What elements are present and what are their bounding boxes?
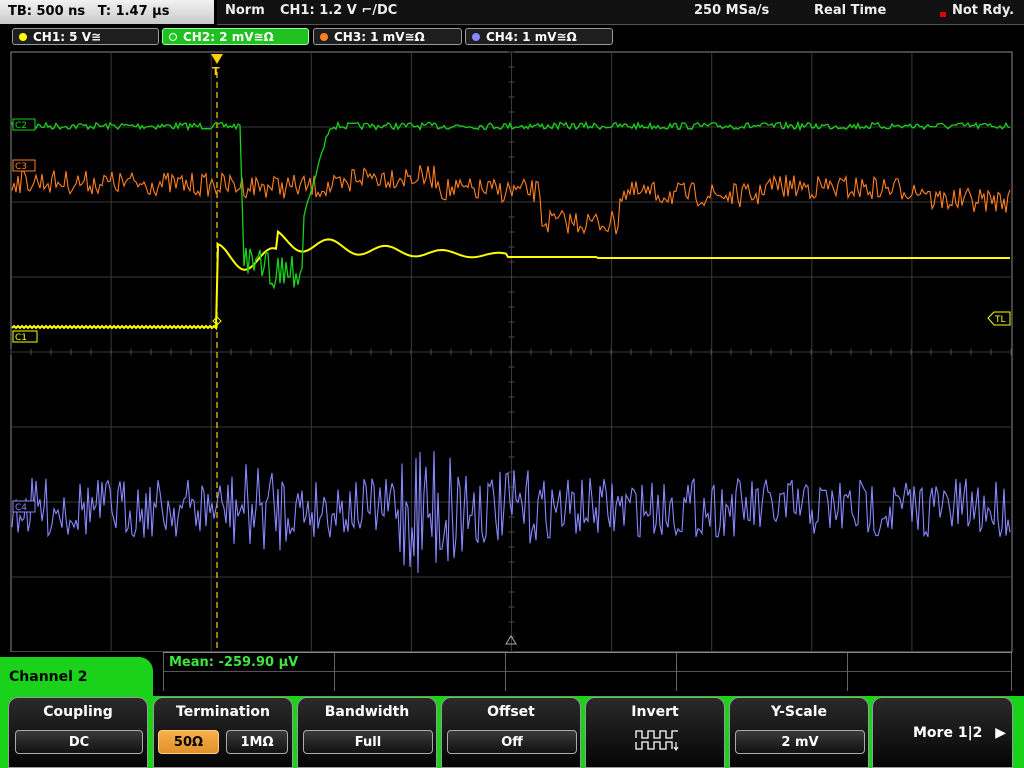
ch2-offset-marker[interactable]: C2 (12, 118, 36, 131)
tab-ch4[interactable]: CH4: 1 mV≅Ω (465, 28, 613, 45)
ready-state: Not Rdy. (952, 3, 1015, 18)
termination-title: Termination (176, 704, 270, 720)
channel-menu-title: Channel 2 (0, 657, 153, 702)
ch1-dot-icon (19, 33, 27, 41)
bandwidth-softkey[interactable]: Bandwidth Full (297, 697, 437, 768)
coupling-title: Coupling (43, 704, 113, 720)
ch3-offset-marker[interactable]: C3 (12, 159, 36, 172)
ch3-dot-icon (320, 33, 328, 41)
termination-50ohm-button[interactable]: 50Ω (158, 730, 219, 754)
tab-ch2[interactable]: CH2: 2 mV≅Ω (162, 28, 309, 45)
ch3-label: CH3: 1 mV≅Ω (334, 30, 425, 44)
invert-title: Invert (631, 704, 679, 720)
not-ready-indicator (940, 12, 946, 17)
mean-measurement[interactable]: Mean: -259.90 µV (169, 655, 298, 670)
offset-softkey[interactable]: Offset Off (441, 697, 581, 768)
timebase-panel[interactable]: TB: 500 ns T: 1.47 µs (0, 0, 214, 24)
ch4-offset-marker[interactable]: C4 (12, 500, 36, 513)
invert-waveform-icon (635, 730, 679, 751)
play-right-icon: ▶ (995, 725, 1006, 741)
invert-softkey[interactable]: Invert (585, 697, 725, 768)
trigger-mode[interactable]: Norm (225, 3, 265, 18)
svg-text:C4: C4 (15, 503, 27, 513)
timebase-readout: TB: 500 ns (8, 4, 86, 19)
status-bar: Norm CH1: 1.2 V ⌐/DC 250 MSa/s Real Time… (217, 0, 1024, 25)
offset-title: Offset (487, 704, 535, 720)
bandwidth-title: Bandwidth (324, 704, 410, 720)
y-scale-value-button[interactable]: 2 mV (735, 730, 865, 754)
y-scale-softkey[interactable]: Y-Scale 2 mV (729, 697, 869, 768)
svg-text:TL: TL (994, 315, 1006, 325)
termination-1mohm-button[interactable]: 1MΩ (226, 730, 288, 754)
ch4-label: CH4: 1 mV≅Ω (486, 30, 577, 44)
ch1-offset-marker[interactable]: C1 (12, 330, 38, 343)
more-label: More 1|2 (913, 725, 983, 741)
tab-ch1[interactable]: CH1: 5 V≅ (12, 28, 159, 45)
y-scale-title: Y-Scale (770, 704, 827, 720)
more-button[interactable]: More 1|2 ▶ (872, 697, 1013, 768)
waveform-display[interactable]: T C2 C3 C1 C4 TL (0, 48, 1024, 652)
trigger-source[interactable]: CH1: 1.2 V ⌐/DC (280, 3, 397, 18)
svg-text:C3: C3 (15, 162, 27, 172)
coupling-value-button[interactable]: DC (15, 730, 143, 754)
ch2-label: CH2: 2 mV≅Ω (183, 30, 274, 44)
acquisition-mode: Real Time (814, 3, 887, 18)
svg-text:C2: C2 (15, 121, 27, 131)
offset-value-button[interactable]: Off (447, 730, 577, 754)
bandwidth-value-button[interactable]: Full (303, 730, 433, 754)
ch4-dot-icon (472, 33, 480, 41)
measurement-bar: Mean: -259.90 µV (163, 652, 1012, 691)
trigger-position-label: T (212, 65, 220, 78)
trigger-time-readout: T: 1.47 µs (97, 4, 170, 19)
termination-softkey[interactable]: Termination 50Ω 1MΩ (153, 697, 293, 768)
sample-rate: 250 MSa/s (694, 3, 770, 18)
ch2-dot-icon (169, 33, 177, 41)
ch1-label: CH1: 5 V≅ (33, 30, 102, 44)
tab-ch3[interactable]: CH3: 1 mV≅Ω (313, 28, 462, 45)
coupling-softkey[interactable]: Coupling DC (8, 697, 148, 768)
svg-text:C1: C1 (15, 333, 27, 343)
